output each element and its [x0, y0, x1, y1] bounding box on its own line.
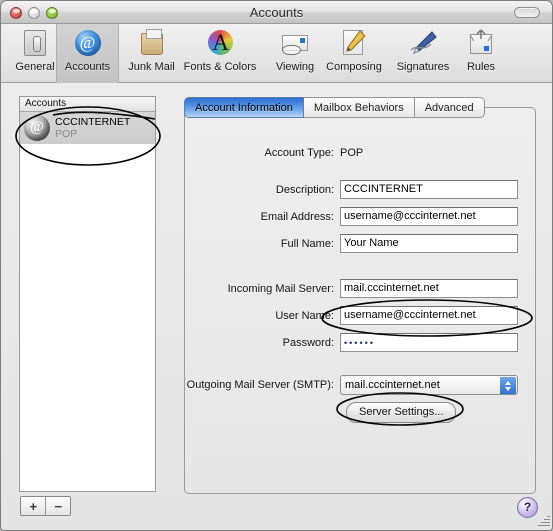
globe-at-icon: @: [24, 115, 50, 141]
smtp-label: Outgoing Mail Server (SMTP):: [186, 379, 334, 391]
preferences-toolbar: General @ Accounts Junk Mail Fonts & Col…: [1, 24, 552, 83]
toolbar-item-signatures[interactable]: Signatures: [387, 24, 459, 83]
accounts-sidebar[interactable]: Accounts @ CCCINTERNET POP: [19, 96, 156, 492]
toolbar-item-accounts[interactable]: @ Accounts: [56, 24, 119, 83]
toolbar-label-composing: Composing: [326, 61, 382, 73]
toolbar-item-junk-mail[interactable]: Junk Mail: [119, 24, 184, 83]
toolbar-label-signatures: Signatures: [396, 61, 450, 73]
viewing-glasses-icon: [279, 27, 311, 59]
account-name: CCCINTERNET: [55, 116, 131, 128]
fonts-colors-icon: [204, 27, 236, 59]
toolbar-item-fonts-colors[interactable]: Fonts & Colors: [176, 24, 264, 83]
toolbar-item-general[interactable]: General: [7, 24, 63, 83]
toolbar-item-viewing[interactable]: Viewing: [266, 24, 324, 83]
password-label: Password:: [282, 337, 334, 349]
remove-account-button[interactable]: −: [45, 497, 70, 515]
add-account-button[interactable]: +: [21, 497, 46, 515]
sidebar-add-remove-buttons: + −: [20, 496, 71, 516]
toolbar-label-rules: Rules: [466, 61, 496, 73]
description-label: Description:: [275, 184, 334, 196]
toolbar-item-rules[interactable]: Rules: [457, 24, 505, 83]
smtp-server-popup[interactable]: mail.cccinternet.net: [340, 375, 518, 395]
toolbar-toggle-button[interactable]: [514, 7, 540, 18]
general-icon: [19, 27, 51, 59]
password-field[interactable]: ••••••: [340, 333, 518, 352]
resize-grip[interactable]: [536, 514, 550, 528]
toolbar-label-fonts-colors: Fonts & Colors: [183, 61, 257, 73]
accounts-at-icon: @: [72, 27, 104, 59]
account-type-label: Account Type:: [264, 147, 334, 159]
account-list-item[interactable]: @ CCCINTERNET POP: [20, 112, 155, 144]
accounts-preferences-window: Accounts General @ Accounts Junk Mail Fo…: [0, 0, 553, 531]
toolbar-label-junk-mail: Junk Mail: [128, 61, 175, 73]
chevron-updown-icon: [500, 377, 516, 394]
full-name-field[interactable]: Your Name: [340, 234, 518, 253]
smtp-server-value: mail.cccinternet.net: [345, 379, 440, 391]
window-title: Accounts: [249, 5, 304, 20]
help-button[interactable]: ?: [517, 497, 538, 518]
toolbar-item-composing[interactable]: Composing: [319, 24, 389, 83]
server-settings-button[interactable]: Server Settings...: [346, 402, 457, 423]
window-titlebar: Accounts: [1, 1, 552, 24]
account-type-value: POP: [340, 147, 364, 159]
preferences-content: Accounts @ CCCINTERNET POP + − Account I…: [1, 83, 552, 530]
tab-mailbox-behaviors[interactable]: Mailbox Behaviors: [303, 97, 415, 118]
junk-mail-bag-icon: [136, 27, 168, 59]
incoming-mail-server-label: Incoming Mail Server:: [227, 283, 334, 295]
account-protocol: POP: [55, 128, 78, 140]
user-name-label: User Name:: [275, 310, 334, 322]
composing-pencil-icon: [338, 27, 370, 59]
full-name-label: Full Name:: [280, 238, 334, 250]
settings-tabs: Account Information Mailbox Behaviors Ad…: [184, 97, 485, 118]
rules-icon: [465, 27, 497, 59]
tab-account-information[interactable]: Account Information: [184, 97, 304, 118]
toolbar-label-accounts: Accounts: [64, 61, 111, 73]
signatures-pen-icon: [407, 27, 439, 59]
toolbar-label-general: General: [15, 61, 55, 73]
tab-advanced[interactable]: Advanced: [414, 97, 485, 118]
description-field[interactable]: CCCINTERNET: [340, 180, 518, 199]
account-settings-tabbox: [184, 107, 536, 494]
toolbar-label-viewing: Viewing: [275, 61, 315, 73]
incoming-mail-server-field[interactable]: mail.cccinternet.net: [340, 279, 518, 298]
email-address-field[interactable]: username@cccinternet.net: [340, 207, 518, 226]
user-name-field[interactable]: username@cccinternet.net: [340, 306, 518, 325]
email-address-label: Email Address:: [260, 211, 334, 223]
sidebar-header: Accounts: [20, 97, 155, 112]
